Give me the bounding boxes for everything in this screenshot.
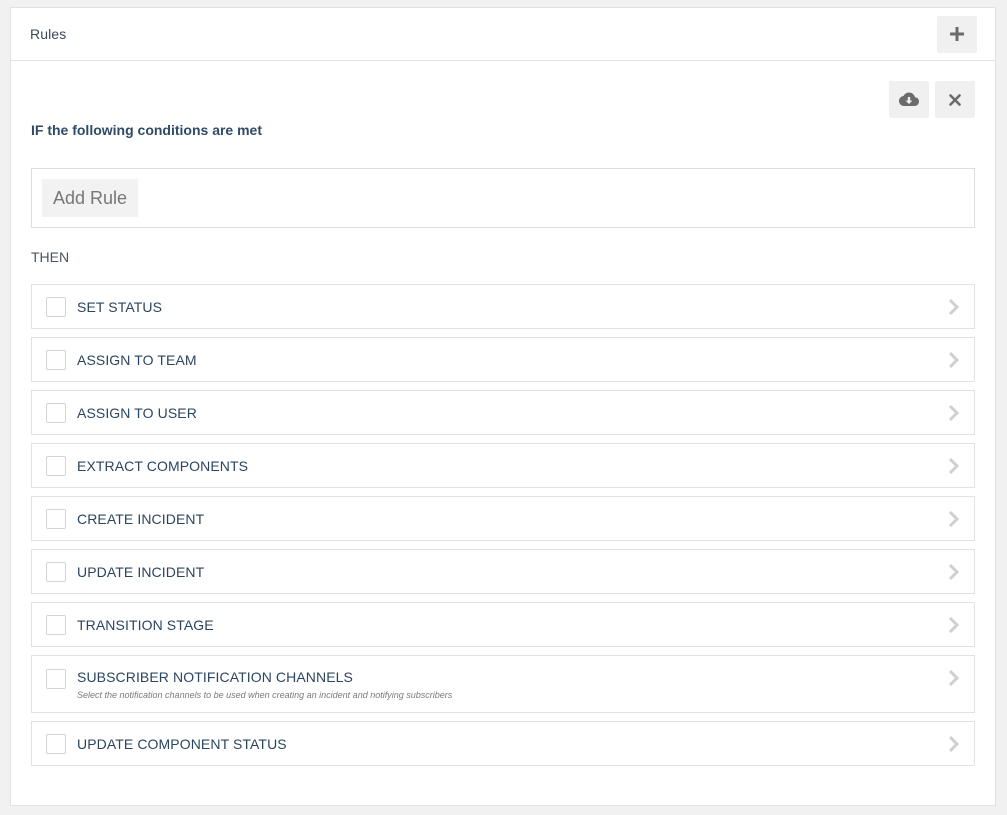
chevron-right-icon [948, 404, 960, 421]
panel-title: Rules [30, 26, 67, 42]
action-transition-stage[interactable]: TRANSITION STAGE [31, 602, 975, 647]
cloud-download-icon [899, 92, 919, 106]
close-icon [949, 93, 961, 106]
checkbox[interactable] [46, 614, 66, 635]
action-label: UPDATE COMPONENT STATUS [77, 735, 287, 752]
chevron-right-icon [948, 510, 960, 527]
rules-panel: Rules IF the following conditions are me… [10, 7, 996, 806]
action-label: SUBSCRIBER NOTIFICATION CHANNELS [77, 669, 353, 685]
close-button[interactable] [935, 81, 975, 118]
action-extract-components[interactable]: EXTRACT COMPONENTS [31, 443, 975, 488]
checkbox[interactable] [46, 733, 66, 754]
panel-header: Rules [11, 8, 995, 61]
action-update-incident[interactable]: UPDATE INCIDENT [31, 549, 975, 594]
chevron-right-icon [948, 669, 960, 687]
conditions-label: IF the following conditions are met [31, 122, 263, 138]
action-label: SET STATUS [77, 298, 163, 315]
chevron-right-icon [948, 735, 960, 752]
chevron-right-icon [948, 351, 960, 368]
checkbox[interactable] [46, 508, 66, 529]
checkbox[interactable] [46, 402, 66, 423]
then-label: THEN [31, 249, 70, 265]
checkbox[interactable] [46, 349, 66, 370]
action-assign-to-user[interactable]: ASSIGN TO USER [31, 390, 975, 435]
save-button[interactable] [889, 81, 929, 118]
action-subscriber-notification-channels[interactable]: SUBSCRIBER NOTIFICATION CHANNELS Select … [31, 655, 975, 713]
action-label: ASSIGN TO USER [77, 404, 197, 421]
action-label: UPDATE INCIDENT [77, 563, 205, 580]
action-set-status[interactable]: SET STATUS [31, 284, 975, 329]
action-label: ASSIGN TO TEAM [77, 351, 197, 368]
checkbox[interactable] [46, 669, 66, 689]
chevron-right-icon [948, 457, 960, 474]
add-rule-button[interactable]: Add Rule [42, 179, 139, 217]
action-list: SET STATUS ASSIGN TO TEAM ASSIGN TO USER [31, 284, 975, 766]
action-label: TRANSITION STAGE [77, 616, 214, 633]
conditions-box: Add Rule [31, 168, 975, 228]
action-description: Select the notification channels to be u… [77, 690, 453, 700]
checkbox[interactable] [46, 455, 66, 476]
chevron-right-icon [948, 298, 960, 315]
action-update-component-status[interactable]: UPDATE COMPONENT STATUS [31, 721, 975, 766]
checkbox[interactable] [46, 296, 66, 317]
add-rule-set-button[interactable] [937, 15, 977, 53]
action-create-incident[interactable]: CREATE INCIDENT [31, 496, 975, 541]
action-assign-to-team[interactable]: ASSIGN TO TEAM [31, 337, 975, 382]
rule-editor: IF the following conditions are met Add … [11, 61, 995, 766]
plus-icon [950, 27, 964, 41]
chevron-right-icon [948, 616, 960, 633]
action-label: CREATE INCIDENT [77, 510, 205, 527]
chevron-right-icon [948, 563, 960, 580]
editor-actions [889, 81, 975, 118]
action-label: EXTRACT COMPONENTS [77, 457, 249, 474]
checkbox[interactable] [46, 561, 66, 582]
